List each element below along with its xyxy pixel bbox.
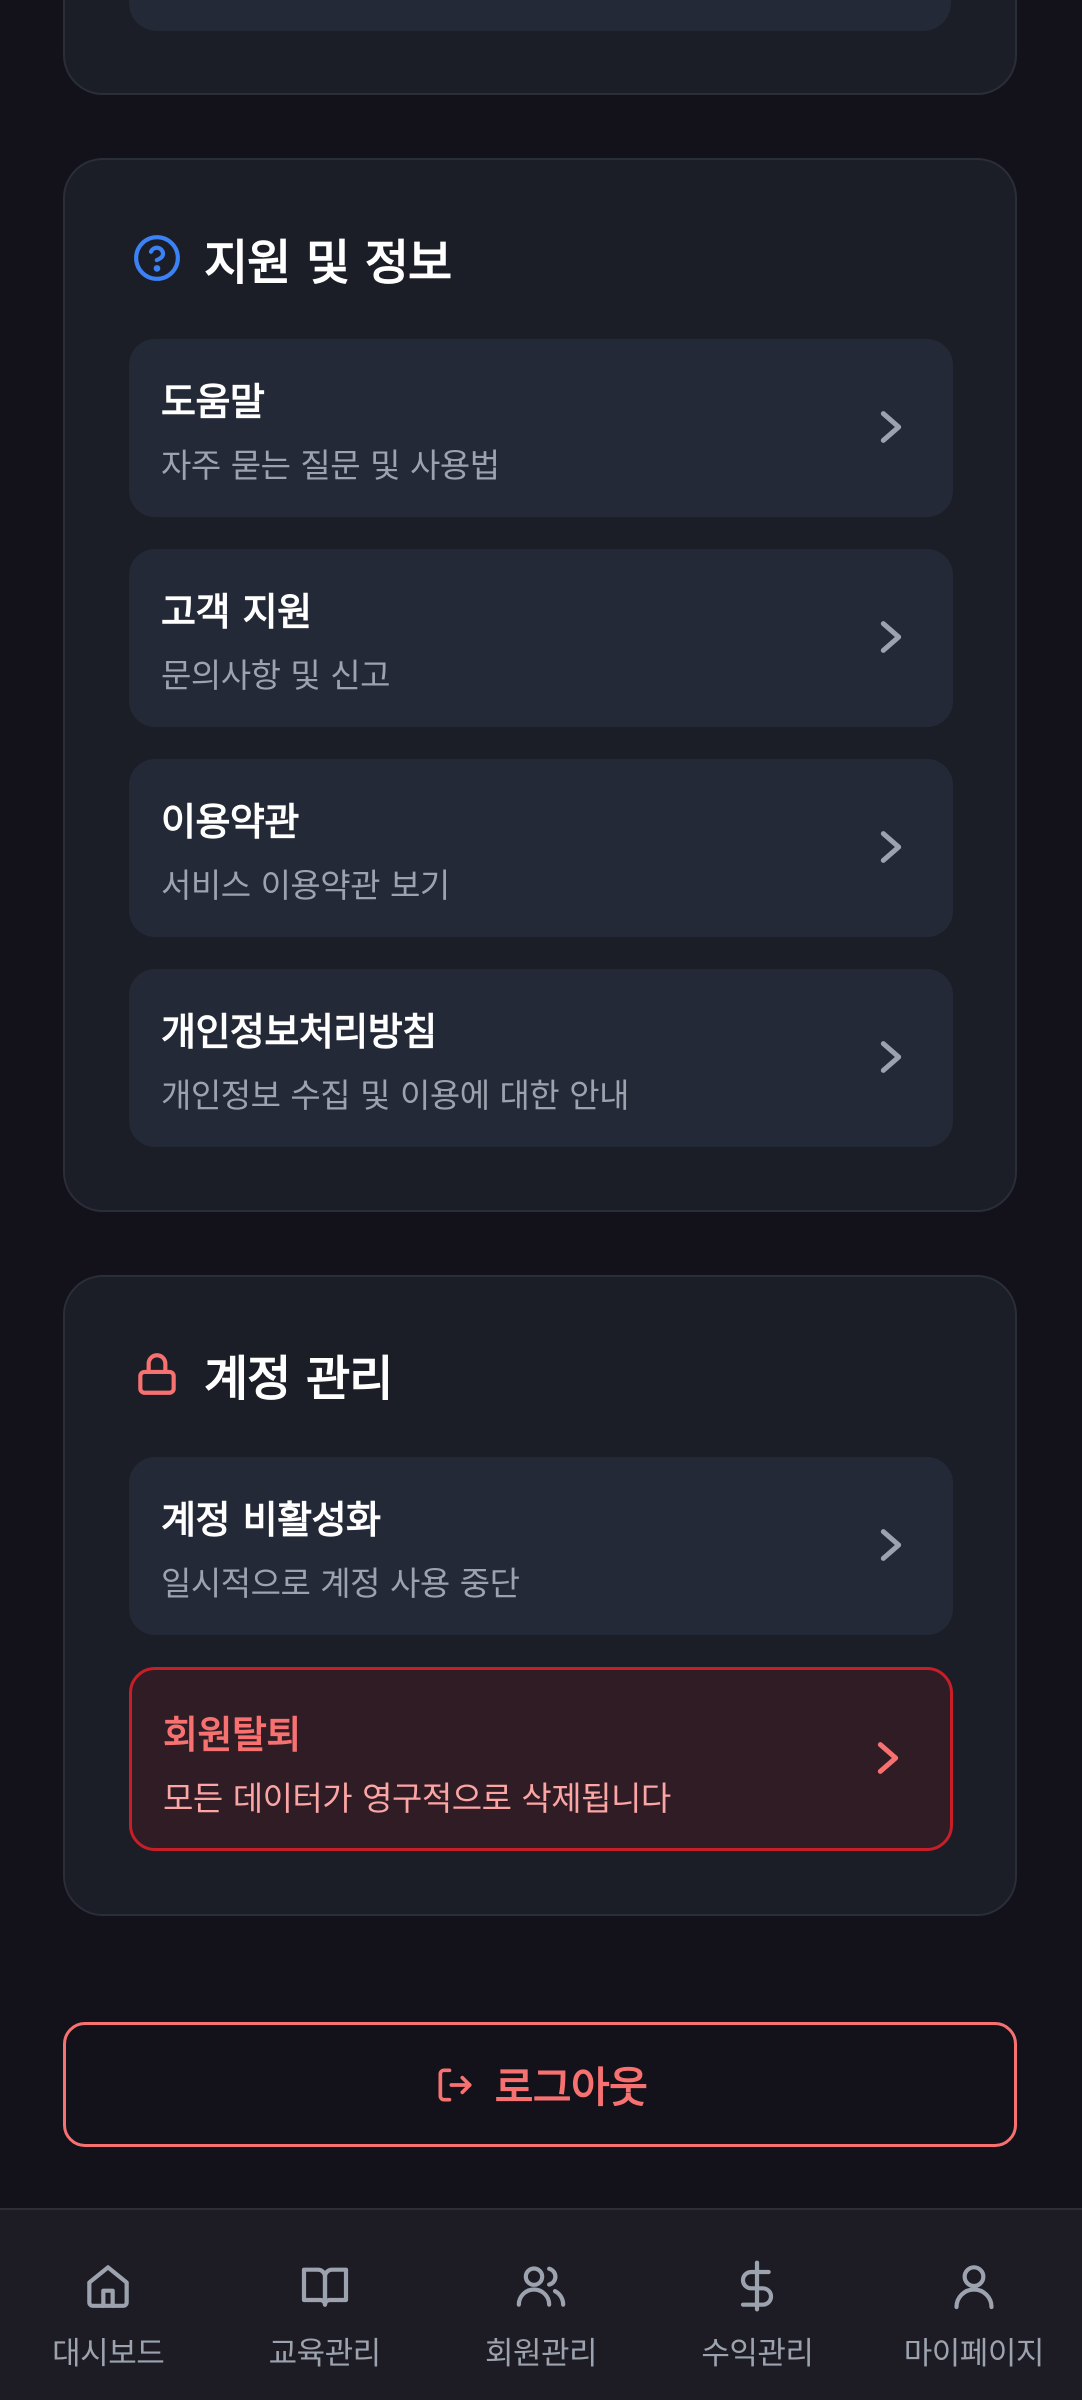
question-circle-icon xyxy=(132,233,182,283)
account-section-title: 계정 관리 xyxy=(204,1351,393,1407)
customer-support-item[interactable]: 고객 지원 문의사항 및 신고 xyxy=(129,549,953,727)
tab-label: 회원관리 xyxy=(484,2336,598,2372)
chevron-right-icon xyxy=(871,614,911,660)
chevron-right-icon xyxy=(871,824,911,870)
tab-label: 교육관리 xyxy=(268,2336,382,2372)
user-icon xyxy=(946,2258,1002,2314)
item-title: 도움말 xyxy=(161,380,265,424)
item-title: 개인정보처리방침 xyxy=(161,1010,437,1054)
item-title: 이용약관 xyxy=(161,800,299,844)
lock-icon xyxy=(132,1349,182,1399)
item-subtitle: 모든 데이터가 영구적으로 삭제됩니다 xyxy=(163,1779,671,1818)
book-icon xyxy=(297,2258,353,2314)
account-section-card: 계정 관리 계정 비활성화 일시적으로 계정 사용 중단 회원탈퇴 모든 데이터… xyxy=(63,1275,1017,1916)
delete-account-item[interactable]: 회원탈퇴 모든 데이터가 영구적으로 삭제됩니다 xyxy=(129,1667,953,1851)
help-item[interactable]: 도움말 자주 묻는 질문 및 사용법 xyxy=(129,339,953,517)
dollar-icon xyxy=(729,2258,785,2314)
chevron-right-icon xyxy=(871,404,911,450)
chevron-right-icon xyxy=(871,1522,911,1568)
tab-label: 수익관리 xyxy=(701,2336,814,2372)
tab-members[interactable]: 회원관리 xyxy=(433,2210,649,2400)
tab-label: 마이페이지 xyxy=(903,2336,1045,2372)
logout-label: 로그아웃 xyxy=(494,2063,648,2112)
item-title: 고객 지원 xyxy=(161,590,312,634)
previous-section-item[interactable] xyxy=(129,0,951,31)
home-icon xyxy=(80,2258,136,2314)
item-subtitle: 서비스 이용약관 보기 xyxy=(161,866,450,905)
support-section-title: 지원 및 정보 xyxy=(204,235,452,291)
tab-label: 대시보드 xyxy=(52,2336,165,2372)
tab-dashboard[interactable]: 대시보드 xyxy=(0,2210,216,2400)
tab-mypage[interactable]: 마이페이지 xyxy=(866,2210,1082,2400)
support-section-card: 지원 및 정보 도움말 자주 묻는 질문 및 사용법 고객 지원 문의사항 및 … xyxy=(63,158,1017,1212)
account-section-header: 계정 관리 xyxy=(132,1344,393,1407)
previous-section-card xyxy=(63,0,1017,95)
item-subtitle: 개인정보 수집 및 이용에 대한 안내 xyxy=(161,1076,630,1115)
deactivate-account-item[interactable]: 계정 비활성화 일시적으로 계정 사용 중단 xyxy=(129,1457,953,1635)
logout-button[interactable]: 로그아웃 xyxy=(63,2022,1017,2147)
bottom-tab-bar: 대시보드 교육관리 회원관리 수익관리 마이페이지 xyxy=(0,2208,1082,2400)
terms-item[interactable]: 이용약관 서비스 이용약관 보기 xyxy=(129,759,953,937)
tab-revenue[interactable]: 수익관리 xyxy=(649,2210,865,2400)
chevron-right-icon xyxy=(868,1735,908,1781)
item-subtitle: 자주 묻는 질문 및 사용법 xyxy=(161,446,500,485)
users-icon xyxy=(513,2258,569,2314)
privacy-policy-item[interactable]: 개인정보처리방침 개인정보 수집 및 이용에 대한 안내 xyxy=(129,969,953,1147)
item-title: 회원탈퇴 xyxy=(163,1713,301,1757)
item-subtitle: 문의사항 및 신고 xyxy=(161,656,391,695)
logout-icon xyxy=(433,2063,477,2107)
chevron-right-icon xyxy=(871,1034,911,1080)
item-title: 계정 비활성화 xyxy=(161,1498,381,1542)
item-subtitle: 일시적으로 계정 사용 중단 xyxy=(161,1564,520,1603)
support-section-header: 지원 및 정보 xyxy=(132,228,452,291)
tab-education[interactable]: 교육관리 xyxy=(216,2210,432,2400)
